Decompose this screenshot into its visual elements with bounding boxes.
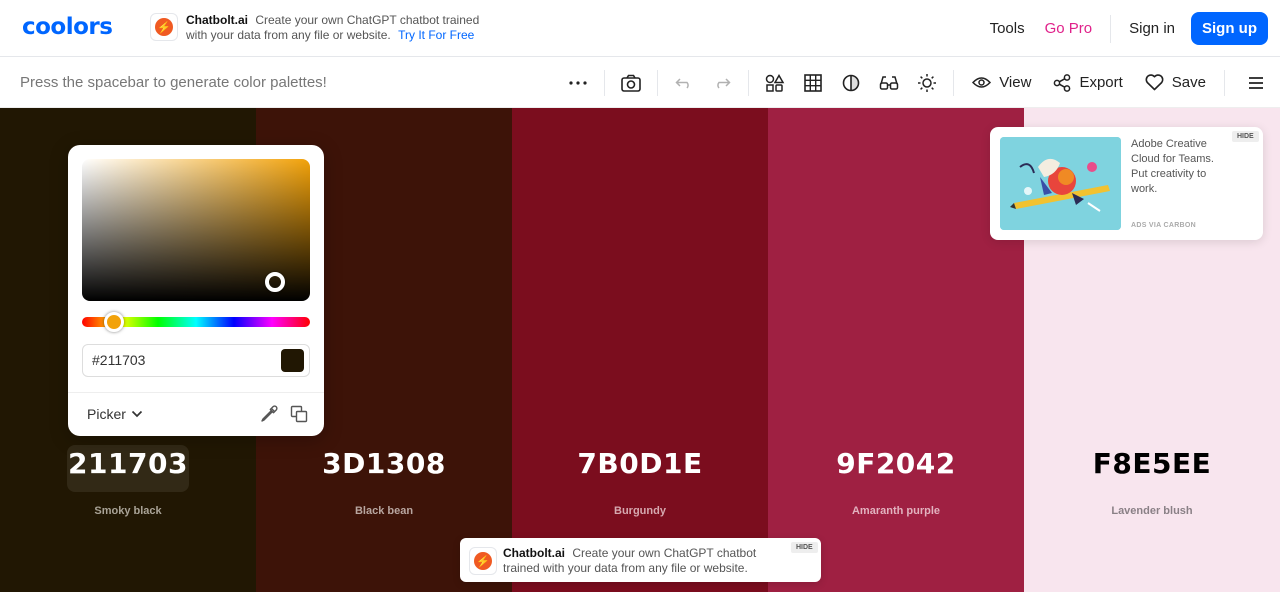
hex-code[interactable]: 3D1308 — [256, 447, 512, 480]
chatbolt-logo-icon: ⚡ — [150, 13, 178, 41]
sign-in-link[interactable]: Sign in — [1129, 13, 1175, 45]
hue-handle[interactable] — [104, 312, 124, 332]
contrast-icon[interactable] — [832, 64, 870, 102]
hide-ad-button[interactable]: HIDE — [1232, 131, 1259, 142]
hex-input-field — [82, 344, 310, 377]
carbon-ad[interactable]: Adobe Creative Cloud for Teams. Put crea… — [990, 127, 1263, 240]
color-picker-popover: Picker — [68, 145, 324, 436]
coolors-logo[interactable]: coolors — [22, 14, 113, 40]
view-button[interactable]: View — [961, 64, 1042, 102]
color-name[interactable]: Amaranth purple — [768, 505, 1024, 517]
sign-up-button[interactable]: Sign up — [1191, 12, 1268, 45]
copy-icon[interactable] — [290, 405, 308, 423]
hex-code[interactable]: 7B0D1E — [512, 447, 768, 480]
nav-divider — [1110, 14, 1112, 43]
toolbar: Press the spacebar to generate color pal… — [0, 57, 1280, 108]
color-swatch[interactable]: 7B0D1E Burgundy — [512, 108, 768, 592]
ad-text[interactable]: Adobe Creative Cloud for Teams. Put crea… — [1131, 137, 1231, 197]
shapes-icon[interactable] — [756, 64, 794, 102]
heart-icon — [1145, 74, 1164, 91]
ad-image[interactable] — [1000, 137, 1121, 230]
grid-icon[interactable] — [794, 64, 832, 102]
picker-footer: Picker — [68, 392, 324, 436]
color-preview-chip — [281, 349, 304, 372]
save-label: Save — [1171, 74, 1206, 91]
picker-mode-label: Picker — [87, 406, 126, 422]
share-icon — [1054, 73, 1071, 92]
top-nav: coolors ⚡ Chatbolt.ai Create your own Ch… — [0, 0, 1280, 57]
menu-icon[interactable] — [1232, 64, 1280, 102]
hide-promo-button[interactable]: HIDE — [791, 542, 818, 553]
bottom-promo-text: Chatbolt.ai Create your own ChatGPT chat… — [503, 546, 783, 576]
tools-link[interactable]: Tools — [990, 13, 1025, 45]
eyedropper-icon[interactable] — [260, 405, 278, 423]
more-options-icon[interactable] — [559, 64, 597, 102]
promo-brand: Chatbolt.ai — [186, 13, 248, 27]
color-name[interactable]: Lavender blush — [1024, 505, 1280, 517]
saturation-handle[interactable] — [265, 272, 285, 292]
view-label: View — [999, 74, 1032, 91]
chatbolt-logo-icon: ⚡ — [469, 547, 497, 575]
chevron-down-icon — [131, 410, 143, 418]
hex-code[interactable]: 9F2042 — [768, 447, 1024, 480]
export-button[interactable]: Export — [1042, 64, 1133, 102]
hex-input[interactable] — [92, 352, 262, 368]
header-promo[interactable]: ⚡ Chatbolt.ai Create your own ChatGPT ch… — [150, 13, 486, 43]
picker-mode-dropdown[interactable]: Picker — [87, 406, 143, 422]
eye-icon — [972, 77, 992, 88]
redo-icon[interactable] — [703, 64, 741, 102]
color-name[interactable]: Burgundy — [512, 505, 768, 517]
bottom-promo[interactable]: ⚡ Chatbolt.ai Create your own ChatGPT ch… — [460, 538, 821, 582]
bottom-promo-brand: Chatbolt.ai — [503, 546, 565, 560]
color-name[interactable]: Smoky black — [0, 505, 256, 517]
color-swatch[interactable]: 9F2042 Amaranth purple — [768, 108, 1024, 592]
brightness-icon[interactable] — [908, 64, 946, 102]
hex-code[interactable]: 211703 — [0, 447, 256, 480]
color-name[interactable]: Black bean — [256, 505, 512, 517]
header-promo-text: Chatbolt.ai Create your own ChatGPT chat… — [186, 13, 486, 43]
spacebar-hint: Press the spacebar to generate color pal… — [20, 74, 327, 91]
camera-icon[interactable] — [612, 64, 650, 102]
go-pro-link[interactable]: Go Pro — [1045, 13, 1093, 45]
undo-icon[interactable] — [665, 64, 703, 102]
export-label: Export — [1079, 74, 1123, 91]
save-button[interactable]: Save — [1134, 64, 1217, 102]
nav-right: Tools Go Pro Sign in Sign up — [980, 12, 1268, 45]
toolbar-actions: View Export Save — [559, 57, 1280, 108]
hex-code[interactable]: F8E5EE — [1024, 447, 1280, 480]
ads-via-carbon[interactable]: ADS VIA CARBON — [1131, 222, 1196, 229]
promo-cta-link[interactable]: Try It For Free — [398, 28, 474, 42]
glasses-icon[interactable] — [870, 64, 908, 102]
